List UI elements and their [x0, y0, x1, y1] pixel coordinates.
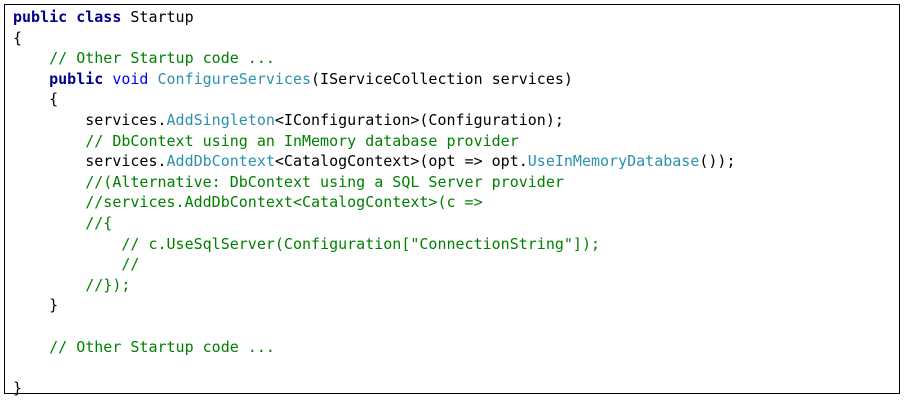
- code-comment: // c.UseSqlServer(Configuration["Connect…: [121, 234, 601, 253]
- code-line: // DbContext using an InMemory database …: [13, 131, 736, 152]
- code-listing: public class Startup{ // Other Startup c…: [13, 7, 736, 398]
- code-comment: // Other Startup code ...: [49, 337, 275, 356]
- code-method: ConfigureServices: [157, 69, 312, 88]
- code-method: AddDbContext: [166, 152, 275, 171]
- code-line: // Other Startup code ...: [13, 48, 736, 69]
- code-line: //{: [13, 213, 736, 234]
- code-text: ());: [699, 152, 736, 171]
- code-comment: //services.AddDbContext<CatalogContext>(…: [85, 193, 483, 212]
- code-comment: //(Alternative: DbContext using a SQL Se…: [85, 172, 564, 191]
- code-text: (IServiceCollection services): [311, 69, 573, 88]
- code-text: {: [13, 28, 23, 47]
- code-line: }: [13, 295, 736, 316]
- code-line: {: [13, 28, 736, 49]
- code-line: //: [13, 254, 736, 275]
- code-line: services.AddSingleton<IConfiguration>(Co…: [13, 110, 736, 131]
- code-method: UseInMemoryDatabase: [527, 152, 700, 171]
- code-keyword: public class: [13, 8, 122, 26]
- code-text: {: [13, 90, 59, 109]
- code-comment: // DbContext using an InMemory database …: [85, 131, 519, 150]
- code-keyword: public: [49, 69, 104, 88]
- code-text: services.: [13, 152, 167, 171]
- code-keyword: void: [103, 69, 149, 88]
- code-comment: // Other Startup code ...: [49, 49, 275, 68]
- code-line: // Other Startup code ...: [13, 337, 736, 358]
- code-comment: //{: [85, 213, 113, 232]
- code-comment: //: [121, 255, 140, 274]
- code-text: services.: [13, 110, 167, 129]
- code-line: }: [13, 378, 736, 399]
- code-line: //(Alternative: DbContext using a SQL Se…: [13, 172, 736, 193]
- code-line: //services.AddDbContext<CatalogContext>(…: [13, 192, 736, 213]
- code-text: }: [13, 378, 23, 397]
- code-text: }: [13, 296, 59, 315]
- code-method: AddSingleton: [166, 110, 275, 129]
- code-comment: //});: [85, 275, 131, 294]
- code-text: <CatalogContext>(opt => opt.: [274, 152, 528, 171]
- code-text: <IConfiguration>(Configuration);: [274, 110, 564, 129]
- code-line: public class Startup: [13, 7, 736, 28]
- code-line: //});: [13, 275, 736, 296]
- code-line: {: [13, 89, 736, 110]
- code-line: services.AddDbContext<CatalogContext>(op…: [13, 151, 736, 172]
- code-snippet-box: public class Startup{ // Other Startup c…: [4, 4, 900, 397]
- code-line: // c.UseSqlServer(Configuration["Connect…: [13, 234, 736, 255]
- code-line: public void ConfigureServices(IServiceCo…: [13, 69, 736, 90]
- code-text: Startup: [121, 8, 194, 26]
